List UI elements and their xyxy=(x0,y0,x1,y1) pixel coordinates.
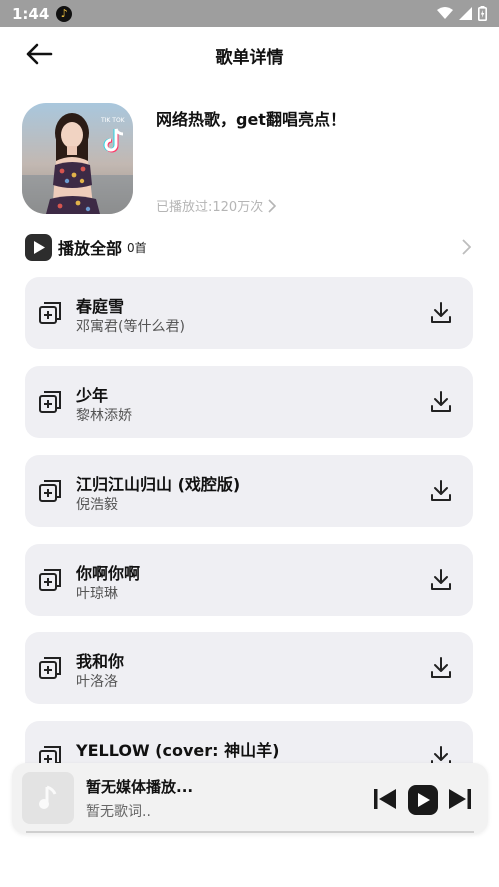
add-to-list-icon[interactable] xyxy=(38,656,62,680)
skip-next-icon[interactable] xyxy=(448,787,472,811)
play-all-label: 播放全部 xyxy=(58,239,123,258)
download-icon[interactable] xyxy=(429,568,453,592)
song-list-item[interactable]: 我和你 叶洛洛 xyxy=(25,632,473,704)
song-list-item[interactable]: 少年 黎林添娇 xyxy=(25,366,473,438)
song-artist: 叶琼琳 xyxy=(76,586,118,602)
song-list-item[interactable]: 春庭雪 邓寓君(等什么君) xyxy=(25,277,473,349)
battery-icon xyxy=(478,6,487,21)
play-all-button[interactable] xyxy=(25,233,52,261)
add-to-list-icon[interactable] xyxy=(38,301,62,325)
play-all-count: 0首 xyxy=(127,240,147,255)
download-icon[interactable] xyxy=(429,656,453,680)
player-progress-bar xyxy=(26,831,474,833)
song-artist: 邓寓君(等什么君) xyxy=(76,319,185,335)
player-title: 暂无媒体播放... xyxy=(86,778,194,796)
song-title: 春庭雪 xyxy=(76,297,125,316)
play-icon xyxy=(417,793,430,807)
page-title: 歌单详情 xyxy=(215,48,284,68)
song-artist: 叶洛洛 xyxy=(76,674,118,690)
play-all-row[interactable]: 播放全部 0首 xyxy=(25,233,475,261)
song-artist: 倪浩毅 xyxy=(76,497,118,513)
song-title: 江归江山归山 (戏腔版) xyxy=(76,475,241,494)
play-button[interactable] xyxy=(408,785,438,815)
player-lyric: 暂无歌词.. xyxy=(86,804,151,820)
playlist-name: 网络热歌，get翻唱亮点！ xyxy=(156,110,346,129)
play-count-link[interactable]: 已播放过:120万次 xyxy=(156,196,277,215)
status-bar: 1:44 ♪ xyxy=(0,0,499,27)
player-thumbnail xyxy=(22,772,74,824)
signal-icon xyxy=(459,7,472,20)
play-count-text: 已播放过:120万次 xyxy=(156,200,264,215)
add-to-list-icon[interactable] xyxy=(38,568,62,592)
cover-logo-text: TIK TOK xyxy=(100,117,126,124)
chevron-right-icon xyxy=(268,198,277,213)
music-note-icon xyxy=(39,785,57,809)
download-icon[interactable] xyxy=(429,479,453,503)
play-icon xyxy=(33,240,45,254)
song-title: 我和你 xyxy=(76,652,125,671)
app-header: 歌单详情 xyxy=(0,27,499,81)
mini-player[interactable]: 暂无媒体播放... 暂无歌词.. xyxy=(12,763,488,834)
skip-previous-icon[interactable] xyxy=(373,787,397,811)
song-title: 少年 xyxy=(76,386,109,405)
status-time: 1:44 xyxy=(12,4,50,23)
chevron-right-icon xyxy=(462,239,471,255)
add-to-list-icon[interactable] xyxy=(38,479,62,503)
download-icon[interactable] xyxy=(429,301,453,325)
song-title: YELLOW (cover: 神山羊) xyxy=(76,741,280,760)
song-title: 你啊你啊 xyxy=(76,564,141,583)
wifi-icon xyxy=(437,7,453,19)
add-to-list-icon[interactable] xyxy=(38,390,62,414)
song-artist: 黎林添娇 xyxy=(76,408,132,424)
tiktok-notification-icon: ♪ xyxy=(56,5,73,22)
status-icons xyxy=(437,6,487,21)
song-list-item[interactable]: 江归江山归山 (戏腔版) 倪浩毅 xyxy=(25,455,473,527)
song-list-item[interactable]: 你啊你啊 叶琼琳 xyxy=(25,544,473,616)
playlist-cover-image: TIK TOK xyxy=(22,103,133,214)
download-icon[interactable] xyxy=(429,390,453,414)
